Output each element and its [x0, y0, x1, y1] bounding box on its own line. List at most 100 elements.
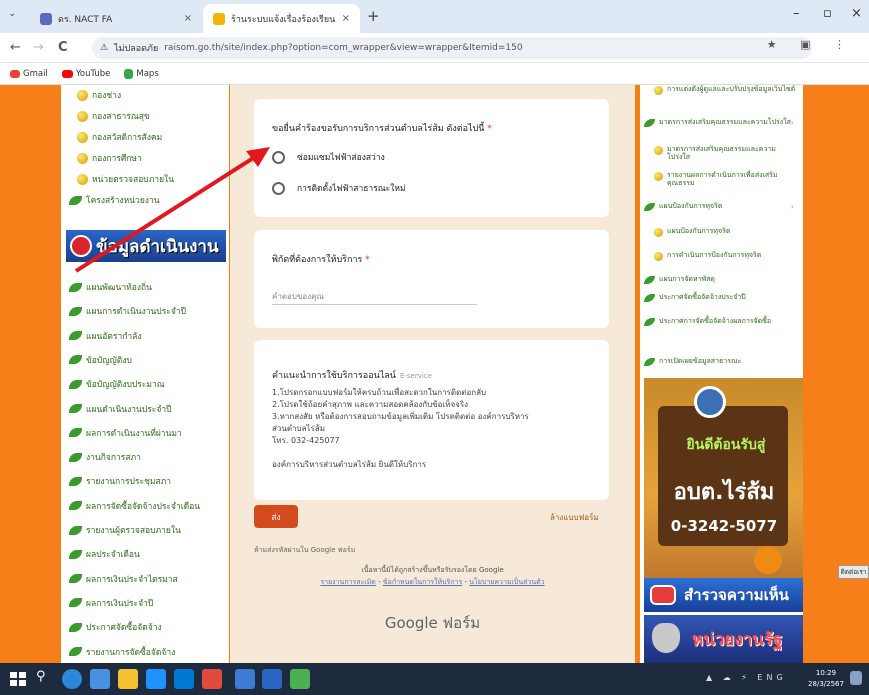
info-line: องค์การบริหารส่วนตำบลไร่ส้ม ยินดีให้บริก…	[272, 460, 427, 469]
sidebar-item[interactable]: ผลการดำเนินงานที่ผ่านมา	[69, 426, 224, 440]
system-tray[interactable]: ▲ ☁ ⚡ ENG	[706, 673, 787, 682]
app-icon[interactable]	[90, 669, 110, 689]
report-abuse-link[interactable]: รายงานการละเมิด	[320, 578, 375, 586]
clear-form-link[interactable]: ล้างแบบฟอร์ม	[550, 511, 599, 524]
right-sidebar-item[interactable]: การดำเนินการป้องกันการทุจริต	[654, 251, 796, 261]
search-icon[interactable]: ⚲	[36, 669, 56, 689]
leaf-icon	[69, 501, 82, 511]
sidebar-item-label: แผนอัตรากำลัง	[86, 331, 142, 342]
sidebar-item[interactable]: กองสวัสดิการสังคม	[77, 130, 229, 144]
sidebar-item-label: ผลการดำเนินงานที่ผ่านมา	[86, 428, 182, 439]
maximize-button[interactable]: ▫	[823, 6, 832, 21]
sidebar-item-label: กองช่าง	[92, 91, 122, 101]
sidebar-item-label: รายงานผู้ตรวจสอบภายใน	[86, 526, 181, 536]
windows-start-icon[interactable]	[8, 669, 28, 689]
operations-banner[interactable]: ข้อมูลดำเนินงาน	[66, 230, 226, 262]
radio-option-install[interactable]: การติดตั้งไฟฟ้าสาธารณะใหม่	[272, 181, 406, 195]
sidebar-item[interactable]: แผนดำเนินงานประจำปี	[69, 402, 224, 416]
right-sidebar-item[interactable]: รายงานผลการดำเนินการเพื่อส่งเสริมคุณธรรม	[654, 171, 796, 188]
chevron-right-icon[interactable]: ›	[791, 202, 794, 212]
bookmark-maps[interactable]: Maps	[124, 68, 159, 79]
url-text[interactable]: raisom.go.th/site/index.php?option=com_w…	[164, 43, 522, 53]
site-info-icon[interactable]: ⚠	[100, 43, 108, 53]
minimize-button[interactable]: –	[793, 6, 800, 21]
leaf-icon	[644, 276, 655, 284]
new-tab-button[interactable]: +	[367, 7, 380, 25]
gov-agency-banner[interactable]: หน่วยงานรัฐ	[644, 615, 803, 663]
sidebar-item[interactable]: ประกาศจัดซื้อจัดจ้าง	[69, 620, 224, 634]
sidebar-item-label: รายงานการประชุมสภา	[86, 477, 171, 488]
tab-close-icon[interactable]: ×	[342, 13, 350, 24]
reload-button[interactable]: C	[58, 40, 68, 55]
sidebar-item[interactable]: แผนการดำเนินงานประจำปี	[69, 304, 224, 318]
sidebar-item[interactable]: รายงานผู้ตรวจสอบภายใน	[69, 523, 224, 537]
privacy-link[interactable]: นโยบายความเป็นส่วนตัว	[469, 578, 544, 586]
right-sidebar-item[interactable]: มาตรการส่งเสริมคุณธรรมและความโปร่งใส ›	[644, 118, 796, 127]
clock-time: 10:29	[815, 669, 837, 677]
right-sidebar-item[interactable]: ประกาศการจัดซื้อจัดจ้างผลการจัดซื้อ	[644, 317, 796, 326]
tab-search-icon[interactable]: ⌄	[8, 8, 16, 19]
radio-option-repair[interactable]: ซ่อมแซมไฟฟ้าส่องสว่าง	[272, 150, 385, 164]
sidebar-item[interactable]: ผลประจำเดือน	[69, 547, 224, 561]
contact-button[interactable]: ติดต่อเรา	[838, 565, 869, 579]
sidebar-item[interactable]: ผลการเงินประจำไตรมาส	[69, 572, 224, 586]
location-answer-input[interactable]: คำตอบของคุณ	[272, 290, 324, 303]
right-sidebar-item-label: ประกาศการจัดซื้อจัดจ้างผลการจัดซื้อ	[659, 317, 772, 325]
url-field[interactable]: ⚠ ไม่ปลอดภัย raisom.go.th/site/index.php…	[92, 37, 812, 59]
right-sidebar-item[interactable]: มาตรการส่งเสริมคุณธรรมและความโปร่งใส	[654, 145, 796, 162]
word-icon[interactable]	[262, 669, 282, 689]
chrome-icon[interactable]	[235, 669, 255, 689]
radio-circle-icon[interactable]	[272, 181, 285, 195]
right-sidebar-item[interactable]: แผนการจัดหาพัสดุ	[644, 275, 796, 284]
browser-tab-bar: ⌄ ดร. NACT FA × ร้านระบบแจ้งเรื่องร้องเร…	[0, 0, 869, 33]
radio-circle-icon[interactable]	[272, 150, 285, 164]
line-icon[interactable]	[290, 669, 310, 689]
sidebar-item[interactable]: รายงานการประชุมสภา	[69, 474, 224, 488]
file-explorer-icon[interactable]	[118, 669, 138, 689]
radio-label[interactable]: การติดตั้งไฟฟ้าสาธารณะใหม่	[297, 181, 406, 195]
sidebar-item[interactable]: ข้อบัญญัติงบ	[69, 353, 224, 367]
tab-active[interactable]: ร้านระบบแจ้งเรื่องร้องเรียน ×	[203, 4, 360, 33]
sidebar-item[interactable]: แผนอัตรากำลัง	[69, 329, 224, 343]
sidebar-item[interactable]: กองการศึกษา	[77, 151, 229, 165]
sidebar-item[interactable]: ข้อบัญญัติงบประมาณ	[69, 377, 224, 391]
toolbar-icons[interactable]: ★ ▣ ⋮	[767, 38, 855, 51]
sidebar-item-label: ข้อบัญญัติงบประมาณ	[86, 380, 165, 391]
survey-banner[interactable]: สำรวจความเห็น	[644, 578, 803, 612]
sidebar-item[interactable]: รายงานการจัดซื้อจัดจ้าง	[69, 645, 224, 659]
edge-icon[interactable]	[62, 669, 82, 689]
mail-icon[interactable]	[174, 669, 194, 689]
tab-close-icon[interactable]: ×	[184, 13, 192, 24]
sidebar-item[interactable]: โครงสร้างหน่วยงาน	[69, 193, 224, 207]
close-window-button[interactable]: ×	[851, 6, 862, 21]
sidebar-item[interactable]: ผลการเงินประจำปี	[69, 596, 224, 610]
bookmark-youtube[interactable]: YouTube	[61, 69, 110, 79]
bookmark-gmail[interactable]: Gmail	[10, 69, 48, 79]
terms-link[interactable]: ข้อกำหนดในการให้บริการ	[383, 578, 462, 586]
notification-icon[interactable]	[850, 671, 862, 685]
google-forms-logo[interactable]: Google ฟอร์ม	[310, 611, 555, 635]
site-info-label[interactable]: ไม่ปลอดภัย	[114, 41, 158, 55]
store-icon[interactable]	[146, 669, 166, 689]
back-button[interactable]: ←	[10, 40, 21, 55]
right-sidebar-item[interactable]: การแต่งตั้งผู้ดูแลและปรับปรุงข้อมูลเว็บไ…	[654, 85, 796, 95]
radio-label[interactable]: ซ่อมแซมไฟฟ้าส่องสว่าง	[297, 150, 385, 164]
tab-inactive[interactable]: ดร. NACT FA ×	[30, 4, 202, 33]
sidebar-item[interactable]: กองช่าง	[77, 88, 229, 102]
right-sidebar-item[interactable]: แผนป้องกันการทุจริต	[654, 227, 796, 237]
right-sidebar-item[interactable]: ประกาศจัดซื้อจัดจ้างประจำปี	[644, 293, 796, 302]
right-sidebar-item[interactable]: แผนป้องกันการทุจริต ›	[644, 202, 796, 211]
submit-button[interactable]: ส่ง	[254, 505, 298, 528]
sidebar-item[interactable]: หน่วยตรวจสอบภายใน	[77, 172, 229, 186]
app-icon[interactable]	[202, 669, 222, 689]
welcome-promo[interactable]: ยินดีต้อนรับสู่ อบต.ไร่ส้ม 0-3242-5077	[644, 378, 803, 593]
sidebar-item[interactable]: ผลการจัดซื้อจัดจ้างประจำเดือน	[69, 499, 224, 513]
sidebar-item[interactable]: แผนพัฒนาท้องถิ่น	[69, 280, 224, 294]
chevron-right-icon[interactable]: ›	[791, 118, 794, 128]
sidebar-item[interactable]: งานกิจการสภา	[69, 450, 224, 464]
forward-button[interactable]: →	[33, 40, 44, 55]
right-sidebar-item[interactable]: การเปิดเผยข้อมูลสาธารณะ	[644, 357, 796, 366]
clock[interactable]: 10:29 28/3/2567	[808, 668, 844, 690]
sidebar-item[interactable]: กองสาธารณสุข	[77, 109, 229, 123]
leaf-icon	[69, 428, 82, 438]
